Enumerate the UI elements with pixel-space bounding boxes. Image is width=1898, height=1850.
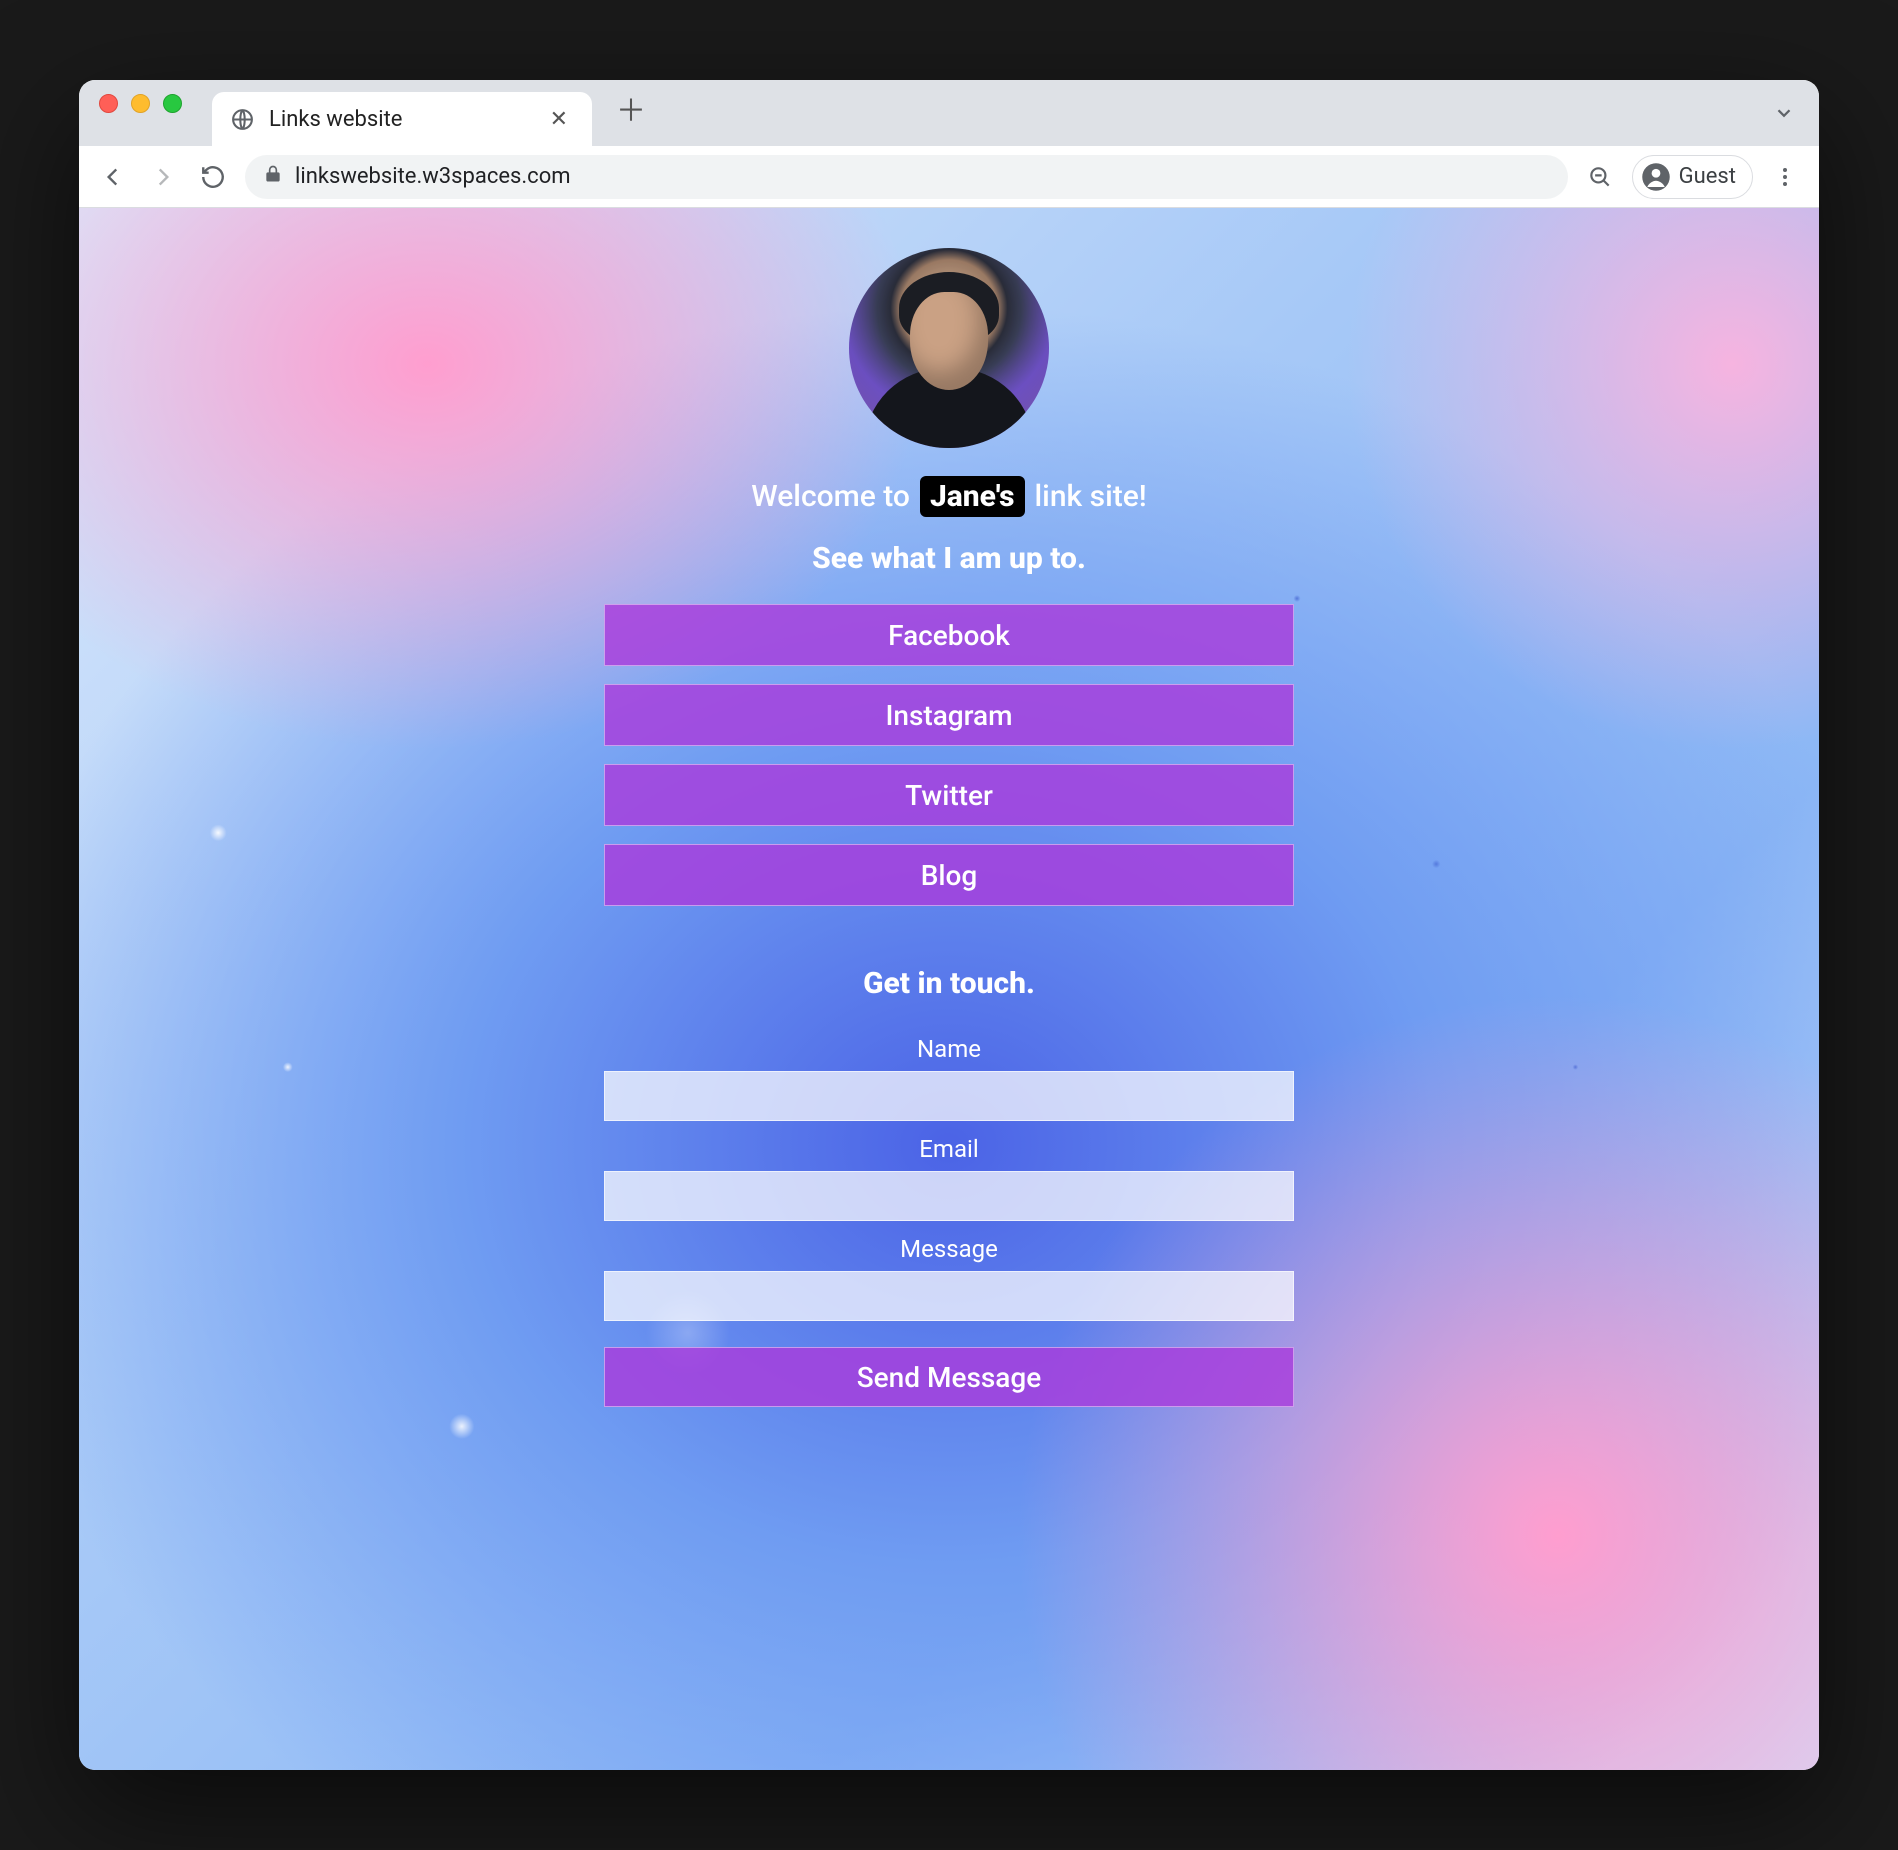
welcome-before: Welcome to xyxy=(751,479,910,514)
browser-window: Links website ✕ ＋ xyxy=(79,80,1819,1770)
send-label: Send Message xyxy=(857,1361,1042,1394)
window-controls xyxy=(99,80,182,146)
page-content: Welcome to Jane's link site! See what I … xyxy=(79,208,1819,1407)
link-label: Instagram xyxy=(885,699,1012,732)
address-bar[interactable]: linkswebsite.w3spaces.com xyxy=(245,155,1568,199)
forward-button[interactable] xyxy=(145,159,181,195)
tab-title: Links website xyxy=(269,107,530,132)
link-twitter[interactable]: Twitter xyxy=(604,764,1294,826)
links-list: Facebook Instagram Twitter Blog xyxy=(604,604,1294,906)
message-label: Message xyxy=(900,1235,998,1263)
person-icon xyxy=(1641,162,1671,192)
welcome-heading: Welcome to Jane's link site! xyxy=(751,476,1146,517)
browser-toolbar: linkswebsite.w3spaces.com Guest xyxy=(79,146,1819,208)
url-text: linkswebsite.w3spaces.com xyxy=(295,164,571,189)
browser-tab[interactable]: Links website ✕ xyxy=(212,92,592,146)
close-tab-button[interactable]: ✕ xyxy=(544,105,574,134)
link-facebook[interactable]: Facebook xyxy=(604,604,1294,666)
welcome-after: link site! xyxy=(1035,479,1147,514)
globe-icon xyxy=(230,107,255,132)
email-input[interactable] xyxy=(604,1171,1294,1221)
contact-heading: Get in touch. xyxy=(863,966,1035,1001)
link-label: Twitter xyxy=(905,779,993,812)
profile-label: Guest xyxy=(1679,164,1736,189)
tabs-dropdown-button[interactable] xyxy=(1773,102,1795,130)
contact-form: Name Email Message Send Message xyxy=(604,1021,1294,1407)
page-viewport: Welcome to Jane's link site! See what I … xyxy=(79,208,1819,1770)
link-label: Blog xyxy=(921,859,978,892)
back-button[interactable] xyxy=(95,159,131,195)
subtitle: See what I am up to. xyxy=(812,541,1086,576)
minimize-window-button[interactable] xyxy=(131,94,150,113)
name-input[interactable] xyxy=(604,1071,1294,1121)
avatar xyxy=(849,248,1049,448)
zoom-button[interactable] xyxy=(1582,159,1618,195)
kebab-menu-button[interactable] xyxy=(1767,159,1803,195)
reload-button[interactable] xyxy=(195,159,231,195)
lock-icon xyxy=(263,164,283,190)
new-tab-button[interactable]: ＋ xyxy=(606,82,656,134)
maximize-window-button[interactable] xyxy=(163,94,182,113)
name-label: Name xyxy=(917,1035,981,1063)
close-window-button[interactable] xyxy=(99,94,118,113)
link-instagram[interactable]: Instagram xyxy=(604,684,1294,746)
message-input[interactable] xyxy=(604,1271,1294,1321)
send-message-button[interactable]: Send Message xyxy=(604,1347,1294,1407)
email-label: Email xyxy=(919,1135,978,1163)
link-label: Facebook xyxy=(888,619,1010,652)
profile-button[interactable]: Guest xyxy=(1632,155,1753,199)
title-bar: Links website ✕ ＋ xyxy=(79,80,1819,146)
welcome-name: Jane's xyxy=(920,476,1025,517)
link-blog[interactable]: Blog xyxy=(604,844,1294,906)
